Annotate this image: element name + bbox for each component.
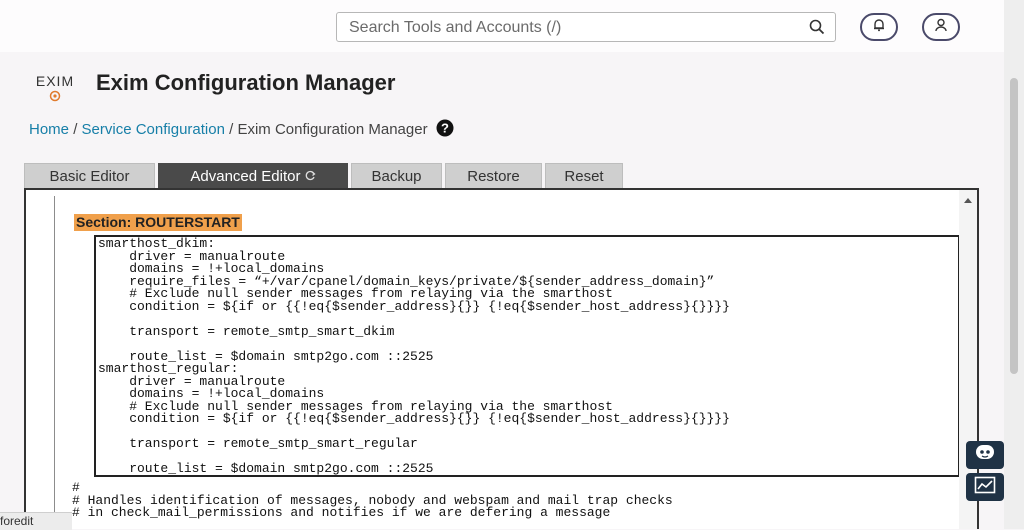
scroll-up-icon[interactable] [964, 198, 972, 203]
chart-icon [974, 476, 996, 499]
config-comments: # # Handles identification of messages, … [72, 480, 673, 520]
tab-label: Advanced Editor [190, 168, 301, 185]
gear-icon [49, 90, 61, 102]
section-label: Section: ROUTERSTART [74, 214, 242, 231]
help-icon[interactable]: ? [436, 119, 454, 141]
bell-icon [872, 18, 886, 37]
tab-label: Basic Editor [49, 168, 130, 185]
tab-reset[interactable]: Reset [545, 163, 623, 189]
breadcrumb-home[interactable]: Home [29, 121, 69, 138]
support-chat-button[interactable] [966, 441, 1004, 469]
breadcrumb-separator: / [73, 121, 78, 138]
tab-basic-editor[interactable]: Basic Editor [24, 163, 155, 189]
exim-logo: EXIM [32, 73, 78, 108]
breadcrumb: Home / Service Configuration / Exim Conf… [29, 119, 454, 141]
editor-panel: Section: ROUTERSTART smarthost_dkim: dri… [24, 188, 979, 529]
tab-label: Backup [371, 168, 422, 185]
chat-bot-icon [974, 443, 996, 468]
tab-label: Reset [564, 168, 604, 185]
user-icon [934, 18, 948, 37]
search-box[interactable] [336, 12, 836, 42]
refresh-icon [305, 168, 316, 185]
config-code[interactable]: smarthost_dkim: driver = manualroute dom… [98, 237, 730, 476]
tab-advanced-editor[interactable]: Advanced Editor [158, 163, 348, 189]
tab-backup[interactable]: Backup [351, 163, 442, 189]
search-icon[interactable] [809, 19, 825, 40]
tab-label: Restore [467, 168, 520, 185]
notifications-button[interactable] [860, 13, 898, 41]
breadcrumb-current: Exim Configuration Manager [237, 121, 428, 138]
breadcrumb-service-configuration[interactable]: Service Configuration [82, 121, 225, 138]
search-input[interactable] [347, 17, 791, 39]
logo-text: EXIM [35, 73, 75, 89]
analytics-button[interactable] [966, 473, 1004, 501]
page-title: Exim Configuration Manager [96, 70, 396, 95]
editor-gutter [54, 196, 59, 529]
breadcrumb-separator: / [229, 121, 234, 138]
status-text: foredit [0, 514, 34, 528]
user-menu-button[interactable] [922, 13, 960, 41]
page-scroll-thumb[interactable] [1010, 78, 1018, 374]
router-config-textarea[interactable]: smarthost_dkim: driver = manualroute dom… [94, 235, 960, 477]
top-bar [0, 0, 1004, 52]
tab-restore[interactable]: Restore [445, 163, 542, 189]
svg-text:?: ? [441, 121, 449, 136]
status-bar: foredit [0, 512, 72, 530]
